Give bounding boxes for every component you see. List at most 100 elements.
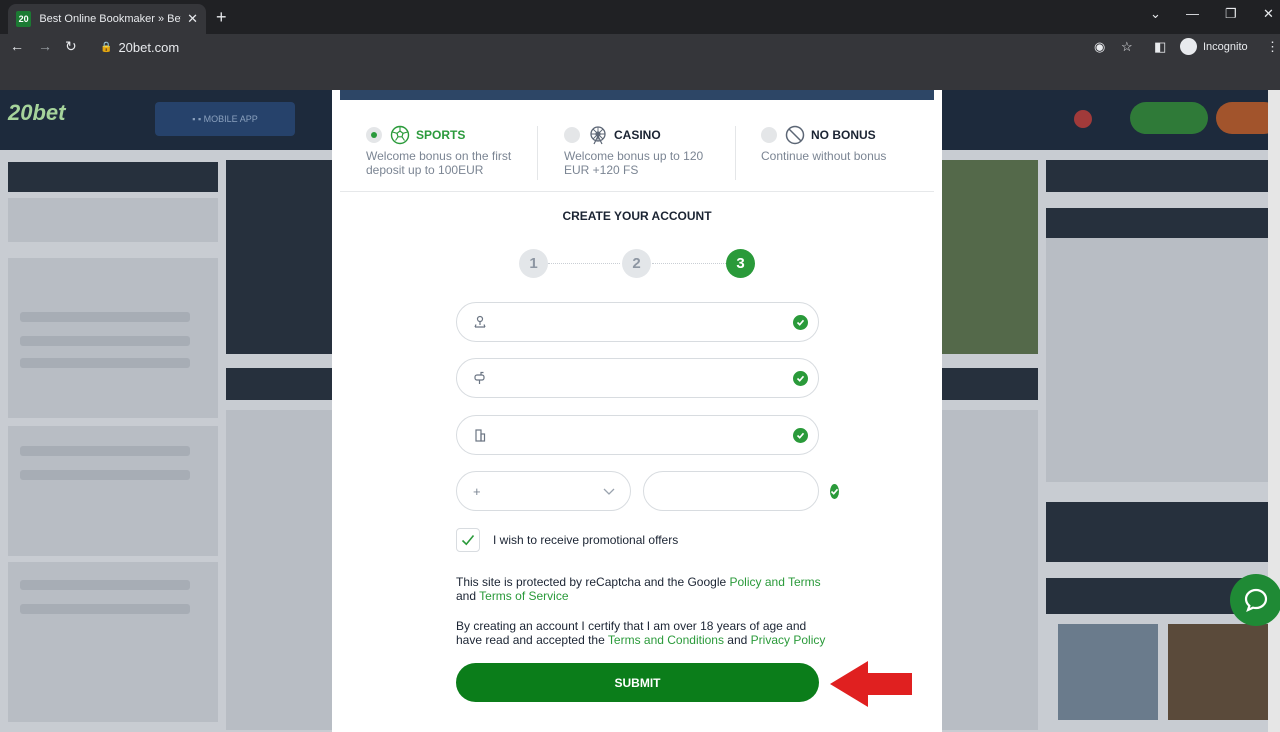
minimize-icon[interactable]: —: [1186, 6, 1199, 21]
bg-row: [20, 580, 190, 590]
city-field[interactable]: [456, 415, 819, 455]
bonus-selector: SPORTS Welcome bonus on the first deposi…: [340, 124, 934, 192]
side-panel-icon[interactable]: ◧: [1154, 39, 1166, 55]
browser-tab[interactable]: 20 Best Online Bookmaker » Bet Leg ✕: [8, 4, 206, 34]
bonus-desc-sports-1: Welcome bonus on the first: [366, 149, 512, 163]
live-chat-button[interactable]: [1230, 574, 1280, 626]
bonus-title-sports: SPORTS: [416, 128, 466, 142]
phone-code-value: +: [473, 483, 481, 499]
reload-icon[interactable]: ↻: [65, 38, 77, 55]
certify-and-text: and: [723, 632, 751, 647]
terms-of-service-link[interactable]: Terms of Service: [479, 589, 568, 603]
incognito-label: Incognito: [1203, 40, 1248, 53]
bg-welcome-banner: [226, 160, 336, 354]
bg-search-box: [8, 198, 218, 242]
address-field[interactable]: [456, 302, 819, 342]
bg-row: [20, 336, 190, 346]
bonus-desc-sports-2: deposit up to 100EUR: [366, 163, 484, 177]
window-close-icon[interactable]: ✕: [1263, 6, 1274, 22]
language-flag-icon: [1074, 110, 1092, 128]
map-pin-icon: [474, 315, 486, 328]
building-icon: [475, 429, 486, 442]
promo-offers-row[interactable]: I wish to receive promotional offers: [456, 528, 678, 552]
bg-row: [20, 358, 190, 368]
bg-row: [20, 470, 190, 480]
chat-bubble-icon: [1244, 588, 1268, 613]
bookmark-star-icon[interactable]: ☆: [1121, 39, 1133, 55]
bonus-desc-no-bonus-1: Continue without bonus: [761, 149, 887, 163]
maximize-icon[interactable]: ❐: [1225, 6, 1237, 22]
bg-casino-game-2: [1168, 624, 1268, 720]
browser-menu-icon[interactable]: ⋮: [1266, 39, 1279, 55]
certify-line-1: By creating an account I certify that I …: [456, 619, 807, 633]
recaptcha-text: This site is protected by reCaptcha and …: [456, 575, 730, 589]
checkmark-icon: [461, 534, 475, 546]
promo-checkbox[interactable]: [456, 528, 480, 552]
tab-title: Best Online Bookmaker » Bet Leg: [39, 13, 181, 25]
step-3: 3: [726, 249, 755, 278]
bg-odds: [942, 410, 1038, 730]
bonus-divider: [537, 126, 538, 180]
bonus-option-no-bonus[interactable]: NO BONUS Continue without bonus: [761, 124, 949, 182]
submit-button[interactable]: SUBMIT: [456, 663, 819, 702]
registration-modal: SPORTS Welcome bonus on the first deposi…: [332, 90, 942, 732]
bonus-option-sports[interactable]: SPORTS Welcome bonus on the first deposi…: [366, 124, 554, 182]
incognito-icon: [1180, 38, 1197, 55]
privacy-policy-link[interactable]: Privacy Policy: [751, 633, 826, 647]
bonus-desc-casino-1: Welcome bonus up to 120: [564, 149, 704, 163]
bg-sports-betting-bar: [226, 368, 336, 400]
sports-radio[interactable]: [366, 127, 382, 143]
chevron-down-icon: [603, 488, 615, 495]
bg-stadium-image: [942, 160, 1038, 354]
bg-bet-slip: [1046, 238, 1270, 482]
bg-row: [20, 312, 190, 322]
lock-icon: 🔒: [100, 41, 113, 53]
city-valid-icon: [793, 427, 808, 443]
red-arrow-annotation-icon: [830, 661, 912, 707]
incognito-badge[interactable]: Incognito: [1180, 38, 1248, 55]
tracking-eye-off-icon[interactable]: ◉: [1094, 39, 1105, 55]
new-tab-icon[interactable]: +: [216, 7, 227, 28]
policy-and-terms-link[interactable]: Policy and Terms: [730, 575, 821, 589]
bonus-option-casino[interactable]: CASINO Welcome bonus up to 120 EUR +120 …: [564, 124, 752, 182]
age-certify-notice: By creating an account I certify that I …: [456, 619, 826, 647]
casino-radio[interactable]: [564, 127, 580, 143]
tab-close-icon[interactable]: ✕: [187, 11, 198, 27]
step-2: 2: [622, 249, 651, 278]
step-connector: [548, 263, 620, 264]
create-account-title: CREATE YOUR ACCOUNT: [562, 209, 712, 223]
promo-label: I wish to receive promotional offers: [493, 533, 679, 547]
mobile-app-button: ▪ ▪ MOBILE APP: [155, 102, 295, 136]
phone-valid-icon: [830, 483, 839, 499]
bg-row: [20, 446, 190, 456]
no-bonus-radio[interactable]: [761, 127, 777, 143]
bonus-desc-casino-2: EUR +120 FS: [564, 163, 639, 177]
bg-login-box: [1046, 502, 1270, 562]
tab-search-chevron-icon[interactable]: ⌄: [1150, 6, 1161, 22]
phone-number-field[interactable]: [643, 471, 839, 511]
browser-toolbar: ← → ↻ 🔒 20bet.com ◉ ☆ ◧ Incognito ⋮: [0, 34, 1280, 60]
site-logo: 20bet: [8, 100, 66, 125]
address-bar[interactable]: 🔒 20bet.com: [90, 35, 1170, 59]
recaptcha-notice: This site is protected by reCaptcha and …: [456, 575, 826, 603]
terms-and-conditions-link[interactable]: Terms and Conditions: [608, 633, 724, 647]
postcode-field[interactable]: [456, 358, 819, 398]
address-input[interactable]: [487, 303, 793, 341]
certify-text: have read and accepted the: [456, 632, 608, 647]
browser-tab-strip: 20 Best Online Bookmaker » Bet Leg ✕ + ⌄…: [0, 0, 1280, 34]
phone-number-input[interactable]: [644, 472, 830, 510]
postcode-input[interactable]: [487, 359, 793, 397]
city-input[interactable]: [487, 416, 793, 454]
page-top-strip: [0, 60, 1280, 90]
phone-code-select[interactable]: +: [456, 471, 631, 511]
back-icon[interactable]: ←: [10, 38, 24, 54]
bg-bet-slip-header: [1046, 208, 1270, 238]
sports-live-tabs: [8, 162, 218, 192]
bg-row: [20, 604, 190, 614]
url-text: 20bet.com: [118, 39, 180, 55]
bg-sports-bar-right: [942, 368, 1038, 400]
bonus-title-no-bonus: NO BONUS: [811, 128, 876, 142]
step-connector: [652, 263, 728, 264]
forward-icon[interactable]: →: [38, 38, 52, 54]
page-scrollbar[interactable]: [1268, 90, 1280, 732]
